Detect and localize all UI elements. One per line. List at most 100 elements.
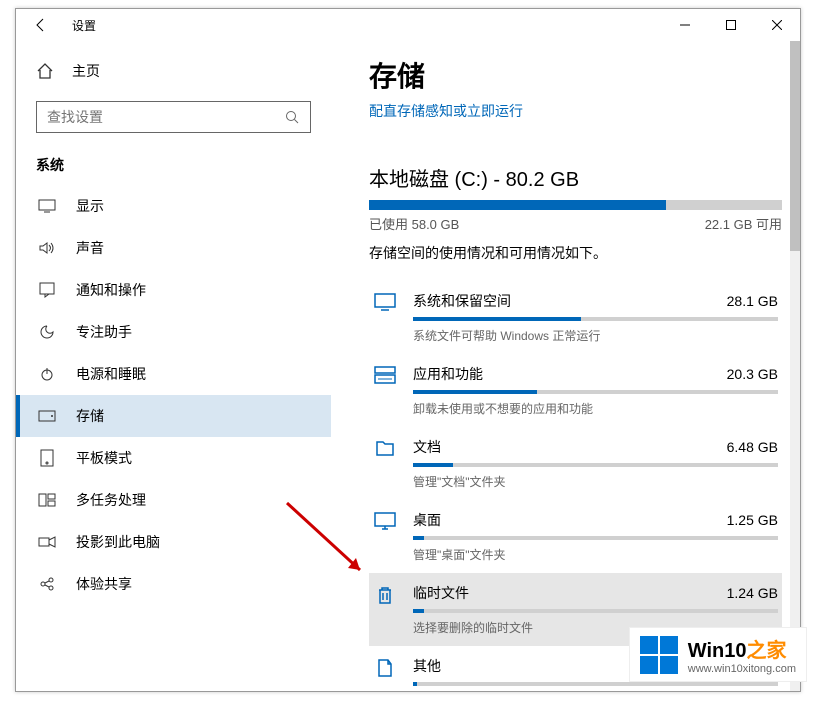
section-label: 系统 — [16, 151, 331, 185]
page-title: 存储 — [369, 55, 782, 95]
category-apps[interactable]: 应用和功能 20.3 GB 卸载未使用或不想要的应用和功能 — [369, 354, 782, 427]
sidebar-item-share[interactable]: 体验共享 — [16, 563, 331, 605]
disk-legend: 已使用 58.0 GB 22.1 GB 可用 — [369, 214, 782, 233]
category-bar-fill — [413, 463, 453, 467]
documents-icon — [373, 437, 397, 490]
sidebar-item-display[interactable]: 显示 — [16, 185, 331, 227]
multitask-icon — [38, 491, 56, 509]
main-panel: 存储 配直存储感知或立即运行 本地磁盘 (C:) - 80.2 GB 已使用 5… — [331, 41, 800, 691]
content-area: 主页 系统 显示 声音 通知和操作 专注助手 — [16, 41, 800, 691]
category-bar-fill — [413, 682, 417, 686]
category-name: 桌面 — [413, 510, 441, 530]
apps-icon — [373, 364, 397, 417]
category-desc: 管理"桌面"文件夹 — [413, 546, 778, 563]
windows-logo-icon — [640, 636, 678, 674]
sidebar-item-label: 声音 — [76, 238, 104, 258]
back-button[interactable] — [26, 10, 56, 40]
project-icon — [38, 533, 56, 551]
sidebar: 主页 系统 显示 声音 通知和操作 专注助手 — [16, 41, 331, 691]
titlebar: 设置 — [16, 9, 800, 41]
category-size: 1.25 GB — [727, 512, 778, 528]
category-bar — [413, 682, 778, 686]
sidebar-item-label: 平板模式 — [76, 448, 132, 468]
sidebar-item-focus[interactable]: 专注助手 — [16, 311, 331, 353]
scroll-thumb[interactable] — [790, 41, 800, 251]
category-bar — [413, 390, 778, 394]
category-name: 应用和功能 — [413, 364, 483, 384]
sidebar-item-power[interactable]: 电源和睡眠 — [16, 353, 331, 395]
category-name: 临时文件 — [413, 583, 469, 603]
minimize-button[interactable] — [662, 10, 708, 40]
category-system[interactable]: 系统和保留空间 28.1 GB 系统文件可帮助 Windows 正常运行 — [369, 281, 782, 354]
category-bar-fill — [413, 317, 581, 321]
sidebar-item-tablet[interactable]: 平板模式 — [16, 437, 331, 479]
category-bar-fill — [413, 609, 424, 613]
category-bar-fill — [413, 536, 424, 540]
share-icon — [38, 575, 56, 593]
sound-icon — [38, 239, 56, 257]
display-icon — [38, 197, 56, 215]
category-desc: 系统文件可帮助 Windows 正常运行 — [413, 327, 778, 344]
category-bar — [413, 463, 778, 467]
category-documents[interactable]: 文档 6.48 GB 管理"文档"文件夹 — [369, 427, 782, 500]
sidebar-item-label: 专注助手 — [76, 322, 132, 342]
trash-icon — [373, 583, 397, 636]
sidebar-item-sound[interactable]: 声音 — [16, 227, 331, 269]
close-button[interactable] — [754, 10, 800, 40]
sidebar-item-label: 多任务处理 — [76, 490, 146, 510]
category-name: 系统和保留空间 — [413, 291, 511, 311]
search-input[interactable] — [47, 109, 284, 125]
window-controls — [662, 10, 800, 40]
sidebar-item-label: 显示 — [76, 196, 104, 216]
system-icon — [373, 291, 397, 344]
focus-icon — [38, 323, 56, 341]
sidebar-item-project[interactable]: 投影到此电脑 — [16, 521, 331, 563]
disk-title: 本地磁盘 (C:) - 80.2 GB — [369, 163, 782, 192]
tablet-icon — [38, 449, 56, 467]
disk-desc: 存储空间的使用情况和可用情况如下。 — [369, 243, 782, 263]
category-desc: 卸载未使用或不想要的应用和功能 — [413, 400, 778, 417]
sidebar-item-storage[interactable]: 存储 — [16, 395, 331, 437]
home-label: 主页 — [72, 61, 100, 81]
category-name: 其他 — [413, 656, 441, 676]
search-icon — [284, 109, 300, 125]
category-size: 20.3 GB — [727, 366, 778, 382]
category-size: 6.48 GB — [727, 439, 778, 455]
disk-used-label: 已使用 58.0 GB — [369, 214, 459, 233]
category-bar-fill — [413, 390, 537, 394]
category-desc: 管理"文档"文件夹 — [413, 473, 778, 490]
notifications-icon — [38, 281, 56, 299]
category-name: 文档 — [413, 437, 441, 457]
sidebar-item-label: 体验共享 — [76, 574, 132, 594]
config-link[interactable]: 配直存储感知或立即运行 — [369, 101, 782, 121]
sidebar-item-notifications[interactable]: 通知和操作 — [16, 269, 331, 311]
logo-url: www.win10xitong.com — [688, 663, 796, 675]
sidebar-item-label: 电源和睡眠 — [76, 364, 146, 384]
sidebar-item-label: 存储 — [76, 406, 104, 426]
logo-text: Win10之家 — [688, 634, 796, 663]
disk-usage-fill — [369, 200, 666, 210]
storage-icon — [38, 407, 56, 425]
category-desktop[interactable]: 桌面 1.25 GB 管理"桌面"文件夹 — [369, 500, 782, 573]
settings-window: 设置 主页 系统 显示 声音 — [15, 8, 801, 692]
category-bar — [413, 609, 778, 613]
maximize-button[interactable] — [708, 10, 754, 40]
watermark-logo: Win10之家 www.win10xitong.com — [629, 627, 807, 682]
sidebar-item-multitask[interactable]: 多任务处理 — [16, 479, 331, 521]
home-button[interactable]: 主页 — [16, 55, 331, 87]
disk-usage-bar — [369, 200, 782, 210]
category-size: 28.1 GB — [727, 293, 778, 309]
other-icon — [373, 656, 397, 691]
sidebar-item-label: 通知和操作 — [76, 280, 146, 300]
category-size: 1.24 GB — [727, 585, 778, 601]
category-bar — [413, 536, 778, 540]
disk-free-label: 22.1 GB 可用 — [705, 214, 782, 233]
home-icon — [36, 62, 54, 80]
desktop-icon — [373, 510, 397, 563]
sidebar-item-label: 投影到此电脑 — [76, 532, 160, 552]
power-icon — [38, 365, 56, 383]
category-bar — [413, 317, 778, 321]
search-box[interactable] — [36, 101, 311, 133]
scrollbar[interactable] — [790, 41, 800, 691]
window-title: 设置 — [72, 17, 96, 34]
